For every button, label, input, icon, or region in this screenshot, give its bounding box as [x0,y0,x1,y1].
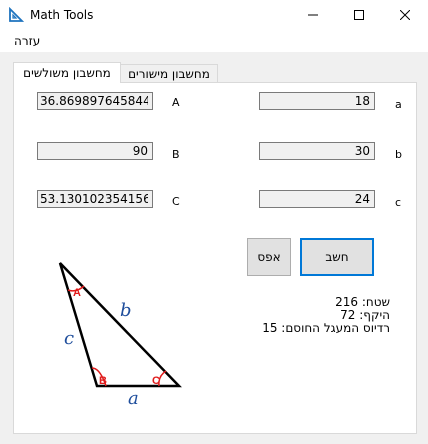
minimize-button[interactable] [290,0,336,30]
close-icon [400,10,410,20]
vertex-A-label: A [73,287,81,299]
triangle-ruler-icon [9,7,24,22]
side-c-diagram-label: c [64,328,74,349]
tab-label: מחשבון משולשים [23,66,111,80]
tab-label: מחשבון מישורים [128,67,210,81]
window-title: Math Tools [30,8,94,22]
menu-bar: עזרה [0,30,428,53]
side-a-field[interactable] [259,92,375,110]
app-window: Math Tools עזרה מחשבון משולשים מחשבון מי… [0,0,428,444]
angle-B-field[interactable] [37,142,153,160]
vertex-C-label: C [152,375,160,387]
angle-C-field[interactable] [37,190,153,208]
side-b-diagram-label: b [120,300,132,321]
reset-button[interactable]: אפס [247,238,291,276]
maximize-icon [354,10,364,20]
maximize-button[interactable] [336,0,382,30]
results-block: שטח: 216 היקף: 72 רדיוס המעגל החוסם: 15 [262,296,390,335]
side-c-field[interactable] [259,190,375,208]
title-bar[interactable]: Math Tools [0,0,428,30]
triangle-shape [58,262,182,388]
vertex-B-label: B [99,375,107,387]
circumradius-result: רדיוס המעגל החוסם: 15 [262,321,390,335]
angle-C-label: C [172,195,180,208]
side-c-label: c [395,196,402,209]
angle-A-field[interactable] [37,92,153,110]
reset-button-label: אפס [257,250,281,264]
calculate-button-label: חשב [325,250,349,264]
menu-help[interactable]: עזרה [14,34,40,48]
calculate-button[interactable]: חשב [300,238,374,276]
tab-plane-calculator[interactable]: מחשבון מישורים [120,64,218,83]
side-a-diagram-label: a [128,388,139,406]
close-button[interactable] [382,0,428,30]
angle-B-label: B [172,148,180,161]
side-a-label: a [395,98,402,111]
side-b-field[interactable] [259,142,375,160]
minimize-icon [308,14,318,16]
side-b-label: b [395,148,402,161]
angle-A-label: A [172,96,180,109]
tab-triangle-calculator[interactable]: מחשבון משולשים [13,62,121,83]
triangle-diagram: A B C a b c [58,262,182,406]
